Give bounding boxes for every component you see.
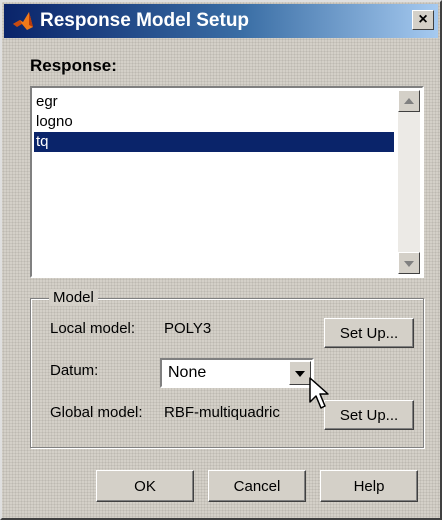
title-bar[interactable]: Response Model Setup × <box>4 4 438 38</box>
ok-button[interactable]: OK <box>96 470 194 502</box>
response-label: Response: <box>30 56 117 75</box>
mouse-cursor-icon <box>309 377 329 409</box>
list-item-selected[interactable]: tq <box>34 132 394 152</box>
datum-value: None <box>168 364 207 381</box>
vertical-scrollbar[interactable] <box>398 90 420 274</box>
response-listbox[interactable]: egr logno tq <box>30 86 424 278</box>
help-button[interactable]: Help <box>320 470 418 502</box>
model-group-label: Model <box>49 289 98 306</box>
global-setup-button[interactable]: Set Up... <box>324 400 414 430</box>
local-model-value: POLY3 <box>164 320 212 337</box>
window-title: Response Model Setup <box>40 10 250 31</box>
local-model-label: Local model: <box>50 320 136 337</box>
arrow-up-icon <box>404 98 414 104</box>
matlab-logo-icon <box>13 12 33 30</box>
response-list: egr logno tq <box>34 92 394 152</box>
chevron-down-icon <box>295 371 305 377</box>
scroll-up-button[interactable] <box>398 90 420 112</box>
list-item[interactable]: egr <box>34 92 394 112</box>
close-icon: × <box>418 11 428 28</box>
arrow-down-icon <box>404 261 414 267</box>
global-model-label: Global model: <box>50 404 143 421</box>
close-button[interactable]: × <box>412 10 434 30</box>
datum-dropdown[interactable]: None <box>160 358 314 388</box>
global-model-value: RBF-multiquadric <box>164 404 280 421</box>
response-model-setup-dialog: Response Model Setup × Response: egr log… <box>0 0 442 520</box>
cancel-button[interactable]: Cancel <box>208 470 306 502</box>
datum-label: Datum: <box>50 362 99 379</box>
scroll-down-button[interactable] <box>398 252 420 274</box>
local-setup-button[interactable]: Set Up... <box>324 318 414 348</box>
list-item[interactable]: logno <box>34 112 394 132</box>
